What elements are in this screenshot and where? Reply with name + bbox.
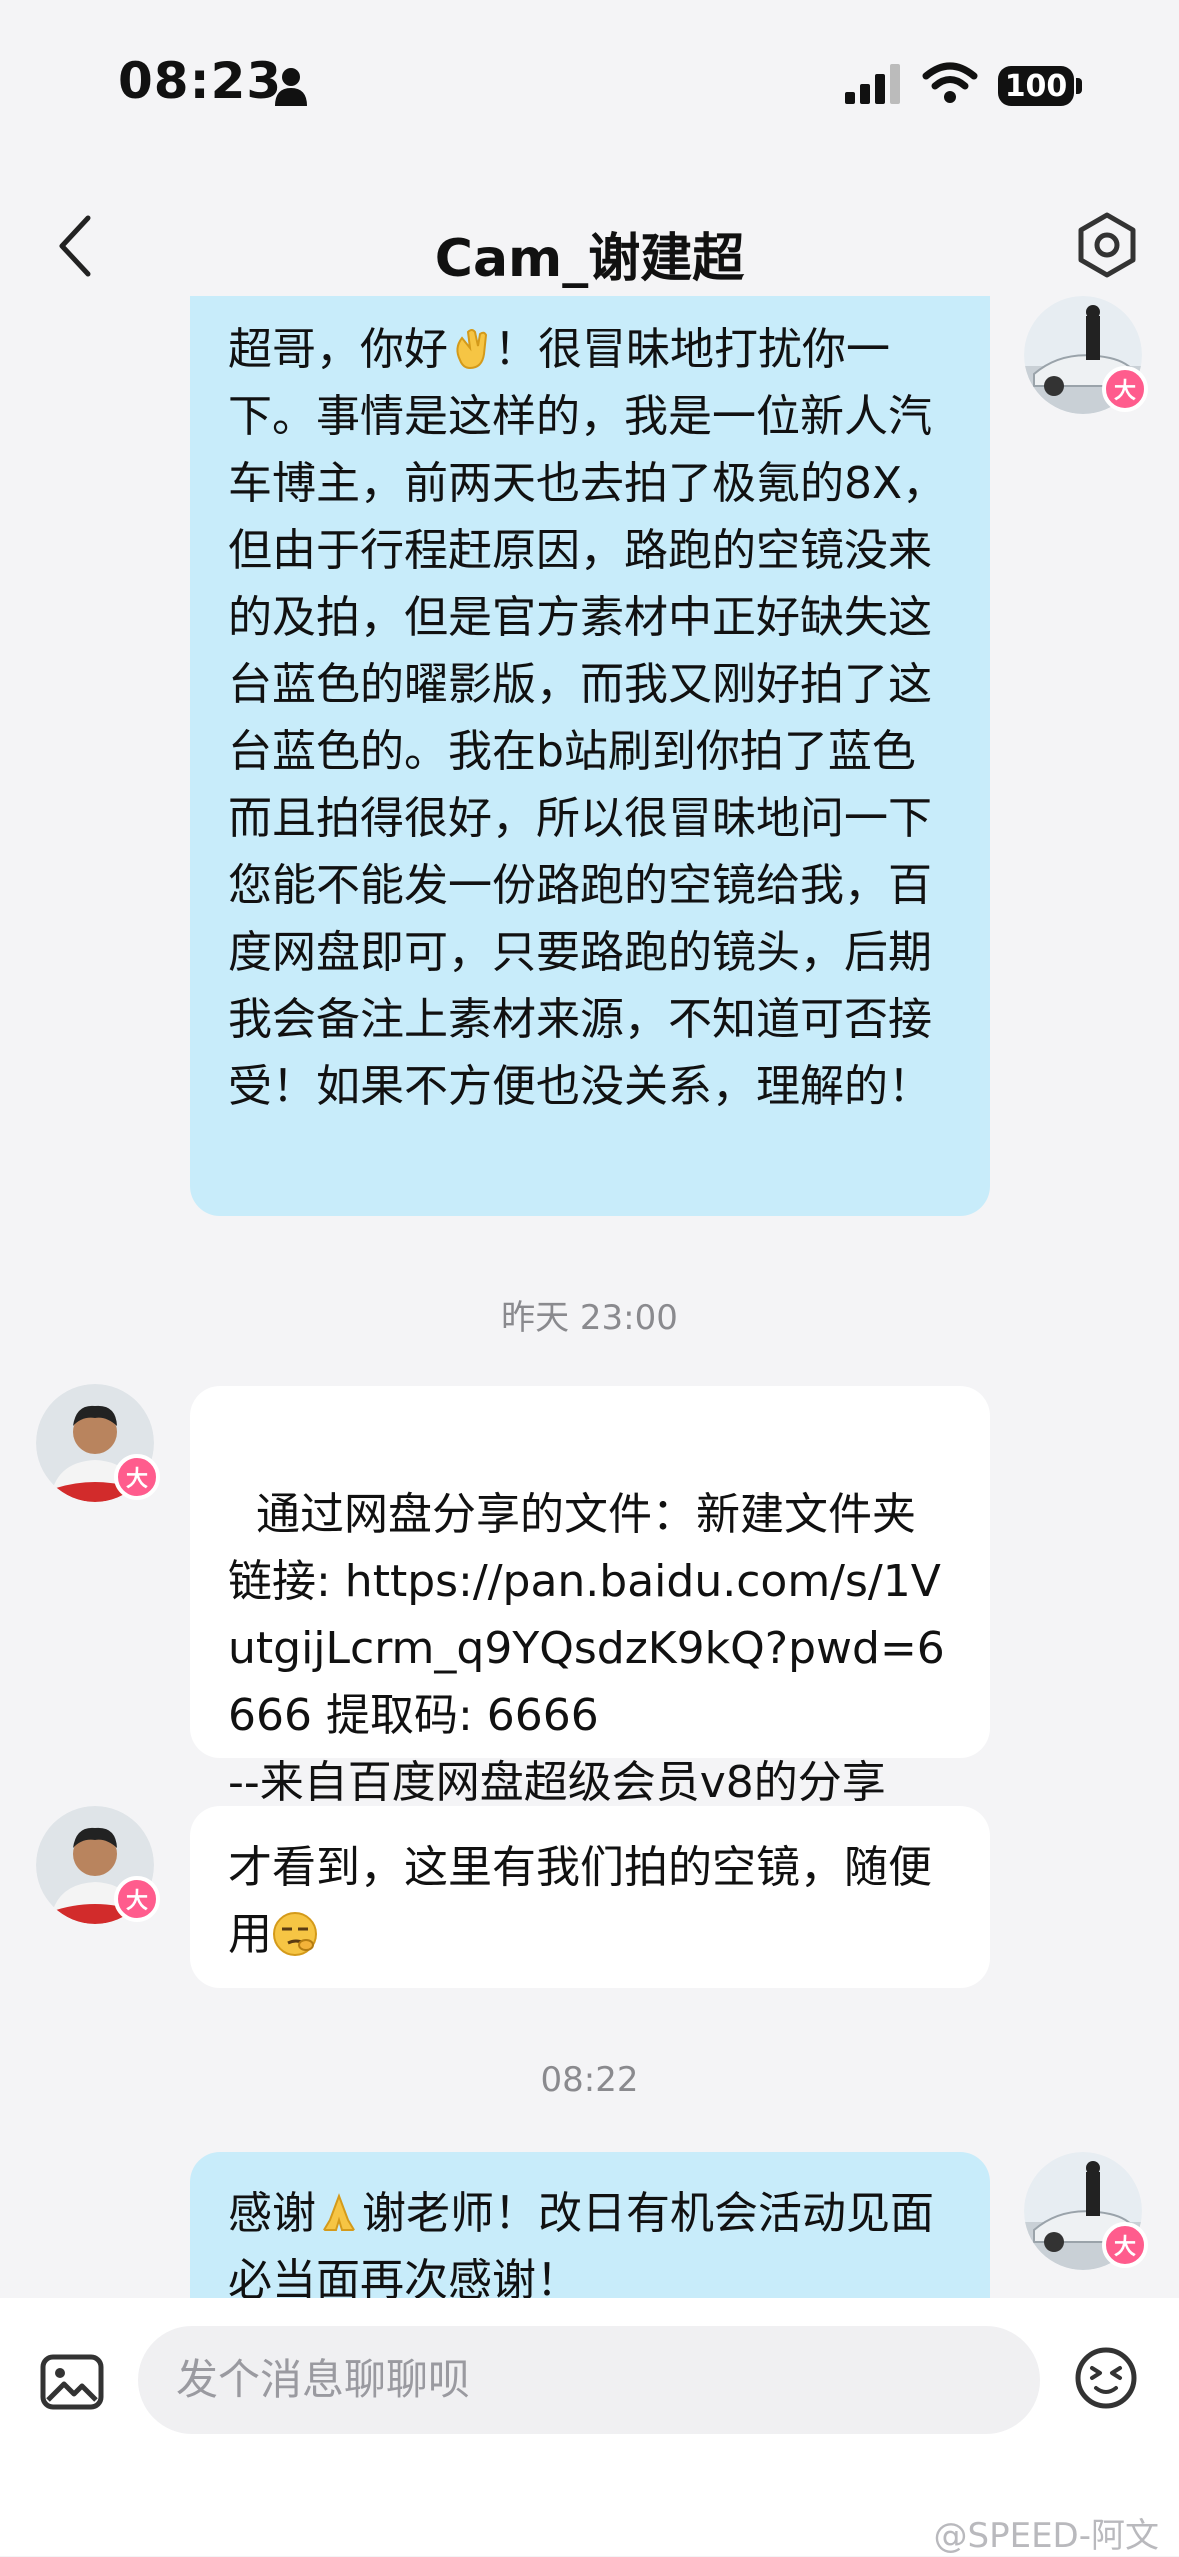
message-input[interactable]: 发个消息聊聊呗 — [138, 2326, 1040, 2434]
user-level-badge: 大 — [1102, 2222, 1148, 2268]
message-bubble-received[interactable]: 才看到，这里有我们拍的空镜，随便用 — [190, 1806, 990, 1988]
message-timestamp: 昨天 23:00 — [501, 1298, 678, 1338]
wifi-icon — [922, 62, 978, 103]
message-timestamp: 08:22 — [540, 2060, 639, 2100]
my-avatar[interactable]: 大 — [1024, 2152, 1148, 2270]
emoji-picker-icon[interactable] — [1074, 2346, 1138, 2410]
chat-header: Cam_谢建超 — [0, 190, 1179, 300]
person-icon — [275, 68, 307, 106]
image-picker-icon[interactable] — [40, 2354, 104, 2410]
user-level-badge: 大 — [114, 1876, 160, 1922]
battery-indicator: 100 — [998, 66, 1074, 106]
message-text: 通过网盘分享的文件：新建文件夹 链接: https://pan.baidu.co… — [228, 1489, 945, 1808]
cellular-signal-icon — [845, 64, 900, 104]
my-avatar[interactable]: 大 — [1024, 296, 1148, 414]
watermark-text: @SPEED-阿文 — [933, 2516, 1160, 2556]
contact-avatar[interactable]: 大 — [36, 1806, 160, 1924]
message-text: 感谢 — [228, 2188, 316, 2239]
chat-title: Cam_谢建超 — [434, 229, 745, 289]
user-level-badge: 大 — [1102, 366, 1148, 412]
smirk-face-emoji-icon — [273, 1912, 317, 1956]
message-text: 超哥，你好 — [228, 324, 448, 375]
message-text: 才看到，这里有我们拍的空镜，随便用 — [228, 1842, 932, 1960]
message-bubble-sent[interactable]: 超哥，你好 ！很冒昧地打扰你一下。事情是这样的，我是一位新人汽车博主，前两天也去拍… — [190, 296, 990, 1216]
folded-hands-emoji-icon — [322, 2193, 356, 2231]
status-time: 08:23 — [118, 52, 283, 110]
settings-gear-icon[interactable] — [1072, 210, 1142, 280]
message-text: ！很冒昧地打扰你一下。事情是这样的，我是一位新人汽车博主，前两天也去拍了极氪的8… — [228, 324, 947, 1112]
battery-tip — [1076, 78, 1082, 94]
message-bubble-received[interactable]: 通过网盘分享的文件：新建文件夹 链接: https://pan.baidu.co… — [190, 1386, 990, 1808]
waving-hand-emoji-icon — [456, 329, 488, 370]
user-level-badge: 大 — [114, 1454, 160, 1500]
contact-avatar[interactable]: 大 — [36, 1384, 160, 1502]
status-bar: 08:23 100 — [0, 0, 1179, 170]
